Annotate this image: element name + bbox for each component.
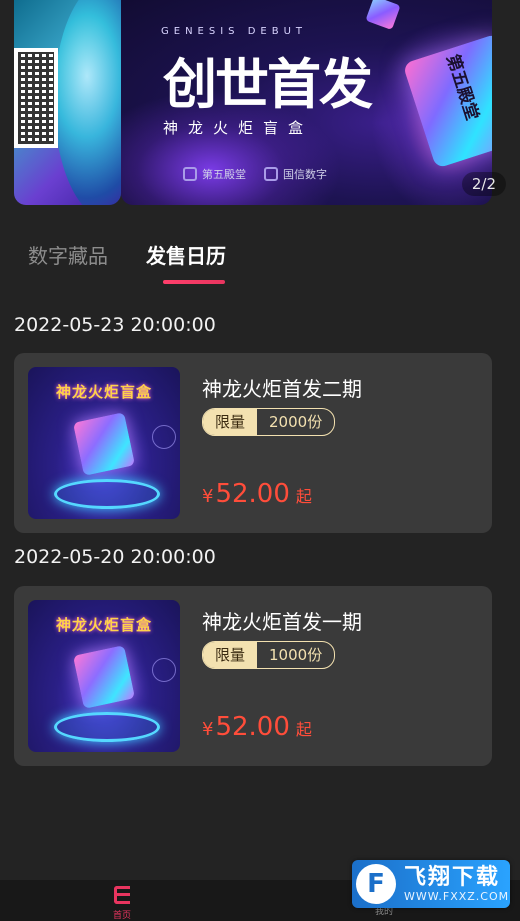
tab-bar: 数字藏品 发售日历 (28, 240, 226, 269)
nav-home[interactable]: 首页 (102, 884, 142, 921)
pedestal-ring (54, 479, 160, 509)
tab-release-calendar[interactable]: 发售日历 (146, 240, 226, 269)
tab-digital-collections[interactable]: 数字藏品 (28, 240, 108, 269)
brand-mark-icon (183, 167, 197, 181)
cube-icon (72, 645, 136, 709)
product-title: 神龙火炬首发一期 (202, 610, 362, 634)
banner-slide-current[interactable]: GENESIS DEBUT 创世首发 神龙火炬盲盒 第五殿堂 国信数字 第五殿堂 (121, 0, 492, 205)
badge-quantity: 2000份 (269, 413, 323, 431)
currency-symbol: ¥ (202, 719, 214, 740)
swirl-graphic (54, 0, 121, 205)
logo-guoxin: 国信数字 (264, 166, 327, 182)
price-suffix: 起 (295, 720, 312, 739)
release-card[interactable]: 神龙火炬盲盒 神龙火炬首发二期 限量 2000份 ¥ 52.00 起 (14, 353, 492, 533)
thumbnail-title: 神龙火炬盲盒 (55, 616, 152, 634)
nav-home-label: 首页 (112, 911, 131, 921)
home-icon (112, 884, 132, 906)
product-thumbnail: 神龙火炬盲盒 (28, 367, 180, 519)
banner-genesis-label: GENESIS DEBUT (161, 26, 307, 37)
release-card[interactable]: 神龙火炬盲盒 神龙火炬首发一期 限量 1000份 ¥ 52.00 起 (14, 586, 492, 766)
product-thumbnail: 神龙火炬盲盒 (28, 600, 180, 752)
currency-symbol: ¥ (202, 486, 214, 507)
logo-diwu: 第五殿堂 (183, 166, 246, 182)
brand-mark-icon (264, 167, 278, 181)
limited-badge: 限量 2000份 (202, 408, 336, 436)
watermark-logo-icon: F (356, 864, 396, 904)
badge-label: 限量 (203, 409, 258, 435)
release-date: 2022-05-20 20:00:00 (14, 546, 216, 568)
price: ¥ 52.00 起 (202, 712, 312, 742)
price: ¥ 52.00 起 (202, 479, 312, 509)
badge-quantity: 1000份 (269, 646, 323, 664)
banner-carousel[interactable]: GENESIS DEBUT 创世首发 神龙火炬盲盒 第五殿堂 国信数字 第五殿堂… (0, 0, 520, 206)
site-watermark: F 飞翔下载 WWW.FXXZ.COM (352, 860, 510, 908)
price-value: 52.00 (215, 712, 290, 742)
banner-title: 创世首发 (163, 53, 373, 116)
carousel-page-indicator: 2/2 (461, 172, 506, 196)
banner-slide-previous[interactable] (14, 0, 121, 205)
nav-profile-label: 我的 (374, 907, 393, 917)
badge-label: 限量 (203, 642, 258, 668)
banner-subtitle: 神龙火炬盲盒 (163, 119, 314, 137)
watermark-text: 飞翔下载 (404, 864, 501, 890)
limited-badge: 限量 1000份 (202, 641, 336, 669)
active-tab-indicator (163, 280, 225, 284)
watermark-url: WWW.FXXZ.COM (404, 889, 510, 903)
price-value: 52.00 (215, 479, 290, 509)
release-date: 2022-05-23 20:00:00 (14, 314, 216, 336)
cube-decoration-icon (365, 0, 401, 31)
banner-logos: 第五殿堂 国信数字 (183, 166, 327, 182)
qr-code (14, 48, 58, 148)
thumbnail-title: 神龙火炬盲盒 (55, 383, 152, 401)
cube-icon (72, 412, 136, 476)
pedestal-ring (54, 712, 160, 742)
price-suffix: 起 (295, 487, 312, 506)
product-title: 神龙火炬首发二期 (202, 377, 362, 401)
